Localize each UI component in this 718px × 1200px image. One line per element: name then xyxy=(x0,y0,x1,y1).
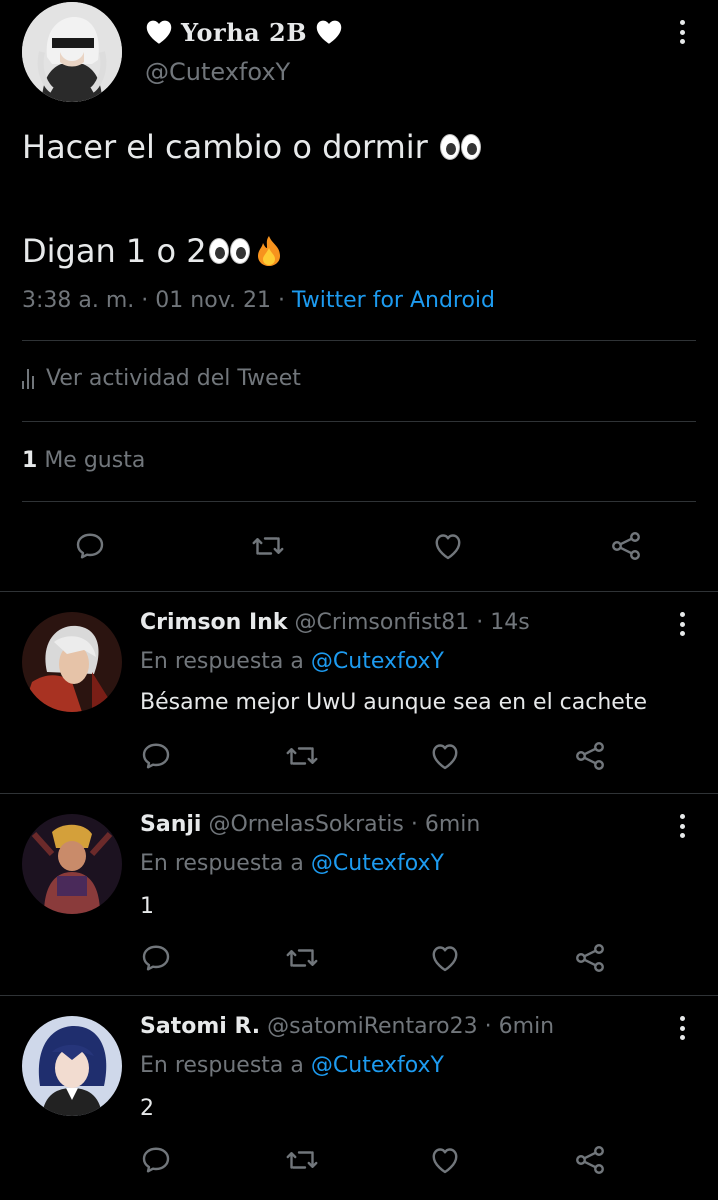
divider xyxy=(22,340,696,341)
reply-header: Sanji @OrnelasSokratis · 6min xyxy=(140,812,481,837)
reply-context: En respuesta a @CutexfoxY xyxy=(140,851,444,876)
retweet-icon[interactable] xyxy=(284,1142,320,1178)
display-name-row: Yorha 2B xyxy=(145,14,343,50)
tweet-activity-link[interactable]: Ver actividad del Tweet xyxy=(22,366,301,391)
reply-tweet[interactable]: Sanji @OrnelasSokratis · 6min En respues… xyxy=(0,794,718,994)
reply-text: 1 xyxy=(140,894,154,919)
eyes-emoji-icon xyxy=(439,134,481,160)
share-icon[interactable] xyxy=(572,738,608,774)
retweet-icon[interactable] xyxy=(284,940,320,976)
tweet-text-line: Digan 1 o 2 xyxy=(22,232,284,270)
heart-icon[interactable] xyxy=(430,528,466,564)
reply-header: Crimson Ink @Crimsonfist81 · 14s xyxy=(140,610,530,635)
avatar[interactable] xyxy=(22,612,122,712)
reply-to-link[interactable]: @CutexfoxY xyxy=(311,1053,444,1078)
main-tweet: Yorha 2B @CutexfoxY Hacer el cambio o do… xyxy=(0,0,718,591)
reply-author-handle[interactable]: @OrnelasSokratis xyxy=(208,812,403,837)
eyes-emoji-icon xyxy=(208,238,250,264)
reply-time: 14s xyxy=(490,610,530,635)
reply-author-name[interactable]: Sanji xyxy=(140,812,201,837)
more-icon[interactable] xyxy=(672,1014,692,1042)
reply-author-name[interactable]: Satomi R. xyxy=(140,1014,260,1039)
retweet-icon[interactable] xyxy=(284,738,320,774)
reply-time: 6min xyxy=(498,1014,555,1039)
activity-label: Ver actividad del Tweet xyxy=(46,366,301,391)
heart-icon[interactable] xyxy=(427,738,463,774)
heart-icon[interactable] xyxy=(427,940,463,976)
tweet-text-line: Hacer el cambio o dormir xyxy=(22,128,481,166)
share-icon[interactable] xyxy=(608,528,644,564)
avatar[interactable] xyxy=(22,1016,122,1116)
tweet-meta: 3:38 a. m. · 01 nov. 21 · Twitter for An… xyxy=(22,288,496,313)
more-icon[interactable] xyxy=(672,610,692,638)
tweet-text: Hacer el cambio o dormir xyxy=(22,128,428,166)
reply-author-handle[interactable]: @Crimsonfist81 xyxy=(294,610,469,635)
retweet-icon[interactable] xyxy=(250,528,286,564)
share-icon[interactable] xyxy=(572,1142,608,1178)
reply-text: Bésame mejor UwU aunque sea en el cachet… xyxy=(140,690,647,715)
reply-tweet[interactable]: Satomi R. @satomiRentaro23 · 6min En res… xyxy=(0,996,718,1200)
divider xyxy=(22,421,696,422)
reply-author-handle[interactable]: @satomiRentaro23 xyxy=(267,1014,477,1039)
likes-count: 1 xyxy=(22,448,38,473)
avatar[interactable] xyxy=(22,2,122,102)
reply-icon[interactable] xyxy=(138,738,174,774)
white-heart-icon xyxy=(146,20,172,44)
handle[interactable]: @CutexfoxY xyxy=(145,58,290,86)
bar-chart-icon xyxy=(22,368,34,389)
reply-author-name[interactable]: Crimson Ink xyxy=(140,610,287,635)
reply-time: 6min xyxy=(424,812,481,837)
reply-text: 2 xyxy=(140,1096,154,1121)
reply-icon[interactable] xyxy=(72,528,108,564)
reply-context: En respuesta a @CutexfoxY xyxy=(140,1053,444,1078)
likes-label: Me gusta xyxy=(44,448,146,473)
likes-count-link[interactable]: 1 Me gusta xyxy=(22,448,145,473)
tweet-time: 3:38 a. m. xyxy=(22,288,135,313)
white-heart-icon xyxy=(316,20,342,44)
tweet-source-link[interactable]: Twitter for Android xyxy=(292,288,495,313)
avatar[interactable] xyxy=(22,814,122,914)
display-name[interactable]: Yorha 2B xyxy=(181,18,307,47)
heart-icon[interactable] xyxy=(427,1142,463,1178)
reply-to-link[interactable]: @CutexfoxY xyxy=(311,851,444,876)
reply-icon[interactable] xyxy=(138,1142,174,1178)
reply-context: En respuesta a @CutexfoxY xyxy=(140,649,444,674)
reply-icon[interactable] xyxy=(138,940,174,976)
reply-to-link[interactable]: @CutexfoxY xyxy=(311,649,444,674)
share-icon[interactable] xyxy=(572,940,608,976)
fire-emoji-icon xyxy=(257,236,280,266)
tweet-date: 01 nov. 21 xyxy=(155,288,271,313)
divider xyxy=(22,501,696,502)
reply-header: Satomi R. @satomiRentaro23 · 6min xyxy=(140,1014,555,1039)
more-icon[interactable] xyxy=(672,812,692,840)
more-icon[interactable] xyxy=(672,18,692,46)
reply-tweet[interactable]: Crimson Ink @Crimsonfist81 · 14s En resp… xyxy=(0,592,718,792)
tweet-text: Digan 1 o 2 xyxy=(22,232,207,270)
